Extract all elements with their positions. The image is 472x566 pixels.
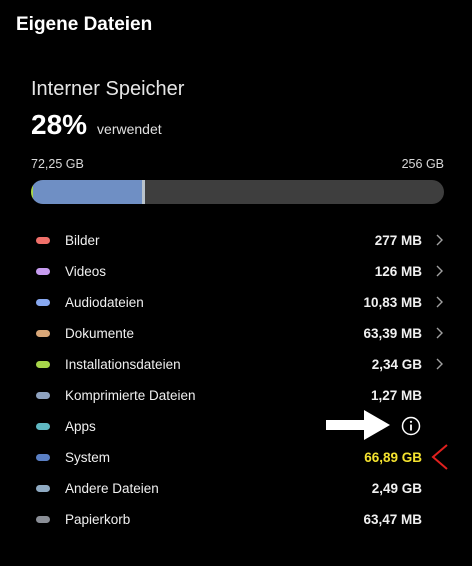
category-row[interactable]: Bilder 277 MB [0, 225, 472, 256]
category-color-dot [36, 299, 50, 306]
category-color-dot [36, 423, 50, 430]
chevron-right-icon[interactable] [433, 327, 445, 339]
storage-usage-bar [31, 180, 444, 204]
chevron-right-icon[interactable] [433, 265, 445, 277]
category-size: 126 MB [374, 264, 422, 279]
storage-title: Interner Speicher [31, 78, 185, 100]
bar-segment [32, 180, 143, 204]
category-label: Komprimierte Dateien [65, 388, 196, 403]
usage-percent: 28% [31, 109, 88, 140]
category-color-dot [36, 268, 50, 275]
category-row[interactable]: Audiodateien 10,83 MB [0, 287, 472, 318]
category-size: 10,83 MB [363, 295, 422, 310]
category-color-dot [36, 516, 50, 523]
category-color-dot [36, 392, 50, 399]
usage-summary: 28% verwendet [31, 109, 162, 141]
category-color-dot [36, 330, 50, 337]
category-label: Dokumente [65, 326, 135, 341]
total-amount: 256 GB [401, 157, 444, 171]
category-label: Audiodateien [65, 295, 144, 310]
category-size: 2,49 GB [371, 481, 422, 496]
category-color-dot [36, 454, 50, 461]
chevron-right-icon[interactable] [433, 358, 445, 370]
category-size: 1,27 MB [370, 388, 422, 403]
category-size: 63,47 MB [363, 512, 422, 527]
category-label: Installationsdateien [65, 357, 181, 372]
category-color-dot [36, 485, 50, 492]
apps-info-icon[interactable] [401, 416, 421, 436]
category-label: Papierkorb [65, 512, 131, 527]
category-size: 66,89 GB [364, 450, 422, 465]
page-title: Eigene Dateien [16, 14, 153, 35]
category-row: Komprimierte Dateien 1,27 MB [0, 380, 472, 411]
category-size: 2,34 GB [371, 357, 422, 372]
category-row[interactable]: Videos 126 MB [0, 256, 472, 287]
annotation-red-chevron-icon [431, 444, 448, 470]
category-row: Papierkorb 63,47 MB [0, 504, 472, 535]
usage-label: verwendet [97, 121, 162, 137]
category-row: System 66,89 GB [0, 442, 472, 473]
category-label: Bilder [65, 233, 100, 248]
category-size: 277 MB [374, 233, 422, 248]
category-label: Videos [65, 264, 107, 279]
used-amount: 72,25 GB [31, 157, 84, 171]
category-color-dot [36, 237, 50, 244]
chevron-right-icon[interactable] [433, 234, 445, 246]
category-row: Andere Dateien 2,49 GB [0, 473, 472, 504]
bar-used-marker [142, 180, 146, 204]
chevron-right-icon[interactable] [433, 296, 445, 308]
category-color-dot [36, 361, 50, 368]
category-label: System [65, 450, 111, 465]
category-list: Bilder 277 MB Videos 126 MB Audiodateien 10,8… [0, 225, 472, 535]
category-label: Apps [65, 419, 96, 434]
category-label: Andere Dateien [65, 481, 159, 496]
category-row[interactable]: Installationsdateien 2,34 GB [0, 349, 472, 380]
category-size: 63,39 MB [363, 326, 422, 341]
category-row[interactable]: Dokumente 63,39 MB [0, 318, 472, 349]
annotation-arrow-icon [326, 410, 390, 440]
